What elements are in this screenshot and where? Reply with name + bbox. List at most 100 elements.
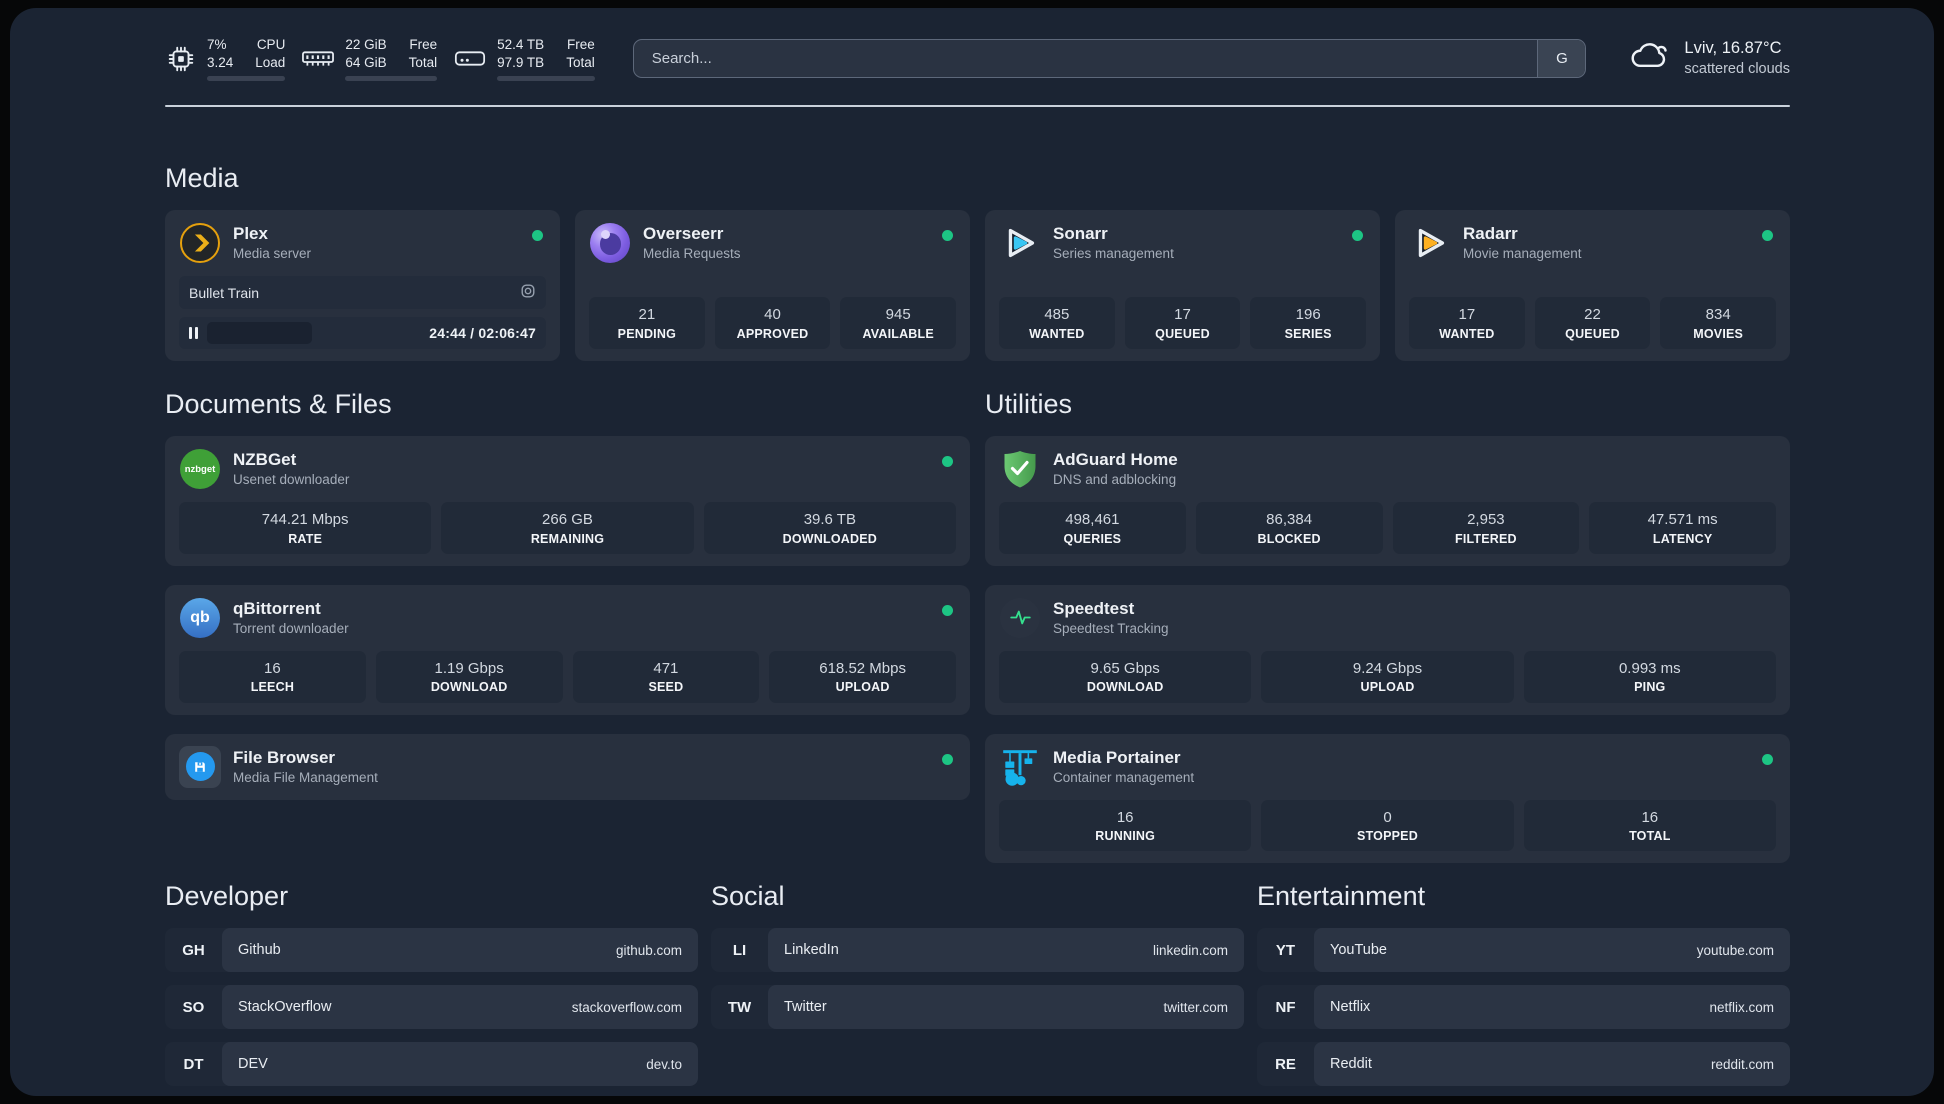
stat-tile: 485 WANTED [999,297,1115,350]
search-input[interactable] [633,40,1538,78]
stat-tile: 47.571 ms LATENCY [1589,502,1776,554]
speedtest-icon [999,597,1041,639]
playback-progress[interactable]: 24:44 / 02:06:47 [179,317,546,350]
link-dev[interactable]: DT DEV dev.to [165,1042,698,1087]
app-name: Sonarr [1053,224,1108,244]
ram-total-value: 64 GiB [345,54,387,70]
stat-tile: 0.993 ms PING [1523,650,1776,703]
link-reddit[interactable]: RE Reddit reddit.com [1257,1042,1790,1087]
disk-total-value: 97.9 TB [497,54,545,70]
app-card-speedtest[interactable]: Speedtest Speedtest Tracking 9.65 Gbps DO… [985,584,1790,715]
link-url: reddit.com [1710,1056,1774,1072]
stat-value: 1.19 Gbps [434,659,504,677]
link-netflix[interactable]: NF Netflix netflix.com [1257,985,1790,1030]
app-card-portainer[interactable]: Media Portainer Container management 16 R… [985,733,1790,864]
link-url: stackoverflow.com [571,999,682,1015]
weather-widget[interactable]: Lviv, 16.87°C scattered clouds [1628,38,1790,78]
system-stats: 7% 3.24 CPU Load 22 GiB 64 GiB Free Total [165,36,595,82]
sonarr-icon [999,222,1041,264]
app-subtitle: Media server [233,246,312,262]
link-linkedin[interactable]: LI LinkedIn linkedin.com [711,928,1244,973]
stat-label: UPLOAD [835,680,890,695]
app-header: File Browser Media File Management [179,745,956,788]
link-url: github.com [615,942,682,958]
link-url: twitter.com [1163,999,1228,1015]
app-card-nzbget[interactable]: nzbget NZBGet Usenet downloader 744.21 M… [165,436,970,566]
stat-value: 834 [1705,306,1731,324]
stat-tile: 1.19 Gbps DOWNLOAD [375,650,563,703]
stat-value: 47.571 ms [1647,511,1718,529]
now-playing: Bullet Train 24:44 / 02:06:47 [179,276,546,350]
app-subtitle: Series management [1053,246,1174,262]
link-twitter[interactable]: TW Twitter twitter.com [711,985,1244,1030]
app-name: qBittorrent [233,598,321,618]
stat-value: 9.24 Gbps [1352,659,1423,677]
status-indicator [942,753,953,765]
stat-tile: 16 RUNNING [999,799,1252,852]
stat-value: 485 [1044,306,1070,324]
stat-tile: 17 QUEUED [1124,297,1241,350]
app-card-overseerr[interactable]: Overseerr Media Requests 21 PENDING 40 APP… [575,210,970,362]
stat-value: 471 [653,659,679,677]
link-abbr: LI [732,941,747,959]
links-social: Social LI LinkedIn linkedin.com TW Twitte… [711,881,1244,1096]
app-header: Plex Media server [179,222,546,264]
stat-value: 17 [1458,306,1476,324]
stat-value: 2,953 [1467,511,1505,529]
section-title-entertainment: Entertainment [1257,881,1426,912]
plex-icon [179,222,221,264]
cpu-progress-bar [207,76,286,82]
ram-total-label: Total [408,54,438,70]
disk-total-label: Total [566,54,595,70]
app-subtitle: Movie management [1463,246,1582,262]
link-github[interactable]: GH Github github.com [165,928,698,973]
app-card-filebrowser[interactable]: File Browser Media File Management [165,733,970,800]
weather-condition: scattered clouds [1684,60,1790,77]
cpu-stat: 7% 3.24 CPU Load [165,36,286,82]
link-abbr: RE [1275,1055,1296,1073]
status-indicator [1762,753,1773,765]
link-stackoverflow[interactable]: SO StackOverflow stackoverflow.com [165,985,698,1030]
app-name: Radarr [1463,224,1518,244]
link-name: Reddit [1330,1056,1372,1073]
app-card-plex[interactable]: Plex Media server Bullet Train 24:44 / 0… [165,210,560,362]
stat-label: LATENCY [1652,531,1713,546]
app-name: Plex [233,224,268,244]
link-name: YouTube [1330,942,1387,959]
stat-label: LEECH [250,680,295,695]
app-header: Sonarr Series management [999,222,1366,264]
app-header: AdGuard Home DNS and adblocking [999,448,1776,490]
link-youtube[interactable]: YT YouTube youtube.com [1257,928,1790,973]
link-name: Twitter [784,999,827,1016]
link-url: netflix.com [1709,999,1774,1015]
utilities-column: Utilities AdGuard Home DNS and adblockin… [985,389,1790,864]
stat-label: DOWNLOAD [430,680,508,695]
stat-label: SERIES [1284,326,1332,341]
app-header: nzbget NZBGet Usenet downloader [179,448,956,490]
nzbget-icon: nzbget [179,448,221,490]
app-card-qbittorrent[interactable]: qb qBittorrent Torrent downloader 16 LEEC… [165,584,970,715]
disk-free-label: Free [566,37,595,52]
stat-tile: 744.21 Mbps RATE [179,502,432,554]
search-engine-button[interactable]: G [1537,40,1586,78]
app-card-sonarr[interactable]: Sonarr Series management 485 WANTED 17 QUE… [985,210,1380,362]
stat-label: STOPPED [1357,829,1418,844]
stat-label: PING [1634,680,1666,695]
stat-label: DOWNLOAD [1086,680,1164,695]
app-card-radarr[interactable]: Radarr Movie management 17 WANTED 22 QUEUE… [1395,210,1790,362]
overseerr-icon [589,222,631,264]
stat-value: 0.993 ms [1618,659,1681,677]
stat-label: TOTAL [1629,829,1671,844]
section-title-utilities: Utilities [985,389,1073,420]
stat-tile: 16 TOTAL [1523,799,1776,852]
link-url: dev.to [646,1056,682,1072]
stat-value: 16 [1116,808,1134,826]
app-card-adguard[interactable]: AdGuard Home DNS and adblocking 498,461 Q… [985,436,1790,566]
adguard-icon [999,448,1041,490]
stat-tile: 16 LEECH [179,650,366,703]
stat-label: QUERIES [1063,531,1122,546]
stat-value: 196 [1295,306,1321,324]
stat-tile: 17 WANTED [1409,297,1525,350]
stat-label: REMAINING [530,531,605,546]
stat-tile: 22 QUEUED [1534,297,1651,350]
